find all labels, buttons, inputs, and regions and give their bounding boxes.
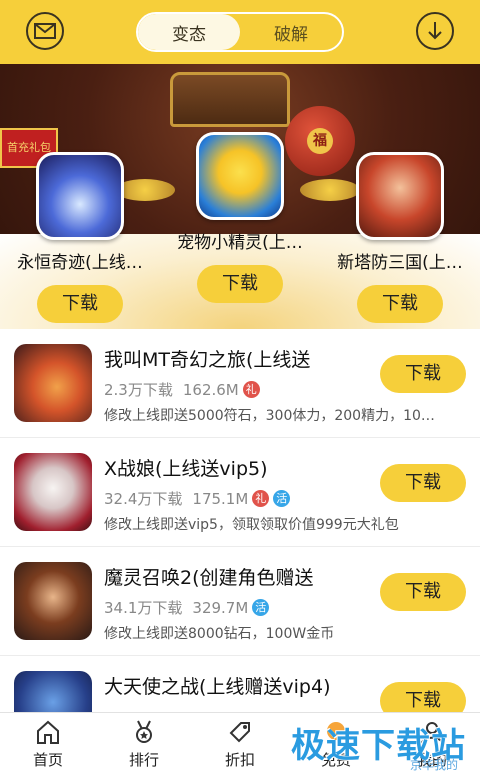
list-item[interactable]: 魔灵召唤2(创建角色赠送 34.1万下载 329.7M 活 修改上线即送8000… — [0, 547, 480, 656]
file-size: 329.7M — [192, 598, 249, 617]
top-bar: 变态 破解 — [0, 0, 480, 64]
featured-banner: 福 首充礼包 永恒奇迹(上线… 下载 宠物小精灵(上… 下载 新塔防三国(上… … — [0, 64, 480, 329]
featured-game-name: 新塔防三国(上… — [337, 253, 463, 273]
mail-icon[interactable] — [26, 12, 64, 50]
featured-game-3[interactable]: 新塔防三国(上… 下载 — [320, 152, 480, 323]
game-icon[interactable] — [356, 152, 444, 240]
game-title: 我叫MT奇幻之旅(上线送 — [104, 349, 311, 371]
nav-ranking[interactable]: 排行 — [96, 713, 192, 776]
game-title: X战娘(上线送vip5) — [104, 458, 268, 480]
game-meta: 2.3万下载 162.6M 礼 — [104, 379, 260, 400]
game-icon[interactable] — [14, 344, 92, 422]
site-watermark-sub: 京华我的 — [409, 758, 458, 772]
download-count: 32.4万下载 — [104, 490, 183, 508]
file-size: 175.1M — [192, 489, 249, 508]
nav-home[interactable]: 首页 — [0, 713, 96, 776]
home-icon — [37, 720, 59, 744]
nav-label: 排行 — [128, 751, 159, 769]
featured-game-name: 宠物小精灵(上… — [177, 233, 303, 253]
game-icon[interactable] — [36, 152, 124, 240]
game-icon[interactable] — [196, 132, 284, 220]
download-button[interactable]: 下载 — [380, 355, 466, 393]
category-switch: 变态 破解 — [136, 12, 344, 52]
featured-game-1[interactable]: 永恒奇迹(上线… 下载 — [0, 152, 160, 323]
gift-badge: 礼 — [242, 381, 260, 398]
tab-pojie[interactable]: 破解 — [240, 14, 342, 50]
treasure-chest-image — [170, 72, 290, 127]
game-meta: 34.1万下载 329.7M 活 — [104, 597, 270, 618]
tab-biantai[interactable]: 变态 — [138, 14, 240, 50]
file-size: 162.6M — [182, 380, 239, 399]
nav-discount[interactable]: 折扣 — [192, 713, 288, 776]
event-badge: 活 — [252, 599, 270, 616]
download-button[interactable]: 下载 — [380, 464, 466, 502]
game-list: 我叫MT奇幻之旅(上线送 2.3万下载 162.6M 礼 修改上线即送5000符… — [0, 329, 480, 765]
game-icon[interactable] — [14, 562, 92, 640]
gift-badge: 礼 — [252, 490, 270, 507]
featured-game-name: 永恒奇迹(上线… — [17, 253, 143, 273]
nav-label: 首页 — [32, 751, 63, 769]
download-count: 34.1万下载 — [104, 599, 183, 617]
list-item[interactable]: 我叫MT奇幻之旅(上线送 2.3万下载 162.6M 礼 修改上线即送5000符… — [0, 329, 480, 438]
download-count: 2.3万下载 — [104, 381, 173, 399]
tag-icon — [229, 722, 250, 743]
featured-game-2[interactable]: 宠物小精灵(上… 下载 — [160, 132, 320, 303]
download-button[interactable]: 下载 — [197, 265, 283, 303]
download-button[interactable]: 下载 — [37, 285, 123, 323]
game-description: 修改上线即送5000符石，300体力，200精力，10… — [104, 408, 435, 424]
game-icon[interactable] — [14, 453, 92, 531]
game-description: 修改上线即送8000钻石，100W金币 — [104, 626, 335, 642]
download-button[interactable]: 下载 — [357, 285, 443, 323]
download-button[interactable]: 下载 — [380, 573, 466, 611]
download-circle-icon[interactable] — [416, 12, 454, 50]
event-badge: 活 — [273, 490, 291, 507]
nav-label: 折扣 — [224, 751, 255, 769]
game-title: 大天使之战(上线赠送vip4) — [104, 676, 331, 698]
game-title: 魔灵召唤2(创建角色赠送 — [104, 567, 314, 589]
medal-icon — [136, 720, 152, 743]
game-meta: 32.4万下载 175.1M 礼 活 — [104, 488, 291, 509]
game-description: 修改上线即送vip5，领取领取价值999元大礼包 — [104, 517, 399, 533]
list-item[interactable]: X战娘(上线送vip5) 32.4万下载 175.1M 礼 活 修改上线即送vi… — [0, 438, 480, 547]
